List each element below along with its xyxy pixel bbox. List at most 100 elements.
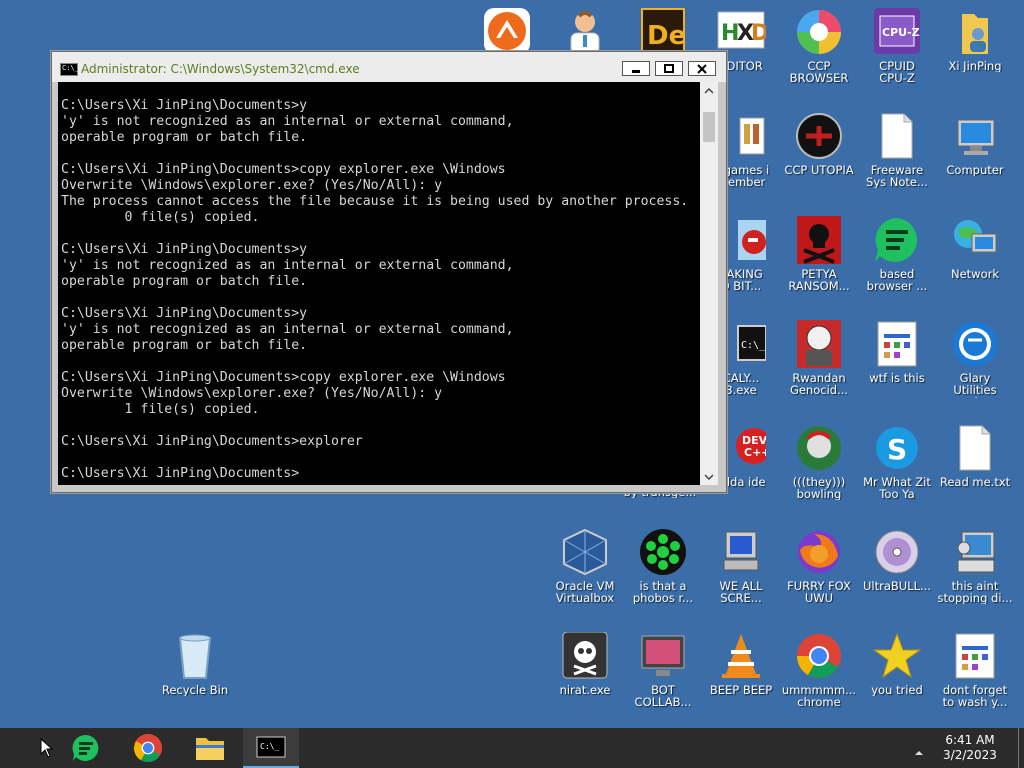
svg-text:CPU-Z: CPU-Z: [882, 26, 920, 39]
desktop-icon-phobos[interactable]: is that a phobos r...: [625, 528, 701, 604]
desktop-icon-you-tried[interactable]: you tried: [859, 632, 935, 696]
monitor-icon: [638, 632, 688, 682]
installer-icon: [950, 528, 1000, 578]
chrome-icon: [133, 733, 163, 763]
desktop-icon-wtf-is-this[interactable]: wtf is this: [859, 320, 935, 384]
system-clock[interactable]: 6:41 AM 3/2/2023: [930, 733, 1010, 763]
desktop-icon-freeware-sys-note[interactable]: Freeware Sys Note...: [859, 112, 935, 188]
desktop-icon-petya[interactable]: PETYA RANSOM...: [781, 216, 857, 292]
mouse-cursor-icon: [40, 737, 54, 762]
scroll-up-button[interactable]: [700, 82, 718, 99]
skull-icon: [794, 216, 844, 266]
show-desktop-button[interactable]: [1018, 728, 1019, 768]
chrome-icon: [794, 632, 844, 682]
console-line: operable program or batch file.: [61, 338, 308, 353]
chevron-down-icon: [704, 473, 714, 480]
cmd-title-icon: C:\_: [60, 63, 79, 76]
scroll-down-button[interactable]: [700, 468, 718, 485]
cmd-window[interactable]: C:\_ Administrator: C:\Windows\System32\…: [51, 51, 727, 493]
console-line: operable program or batch file.: [61, 130, 308, 145]
desktop-icon-bot-collab[interactable]: BOT COLLAB...: [625, 632, 701, 708]
browser-icon: [794, 8, 844, 58]
svg-text:C:\_: C:\_: [741, 340, 766, 351]
desktop-icon-based-browser[interactable]: based browser ...: [859, 216, 935, 292]
console-line: 'y' is not recognized as an internal or …: [61, 258, 514, 273]
desktop-icon-rwandan[interactable]: Rwandan Genocid...: [781, 320, 857, 396]
taskbar-item-chat[interactable]: [58, 728, 114, 768]
maximize-button[interactable]: [655, 61, 683, 76]
desktop-icon-mr-what-zit[interactable]: S Mr What Zit Too Ya: [859, 424, 935, 500]
taskbar-item-cmd[interactable]: C:\_: [243, 728, 299, 768]
text-file-icon: [950, 424, 1000, 474]
recycle-bin-icon: [170, 632, 220, 682]
desktop-icon-read-me[interactable]: Read me.txt: [937, 424, 1013, 488]
green-chat-icon: [872, 216, 922, 266]
console-output[interactable]: C:\Users\Xi JinPing\Documents>y'y' is no…: [58, 82, 700, 485]
window-title: Administrator: C:\Windows\System32\cmd.e…: [81, 62, 360, 76]
scroll-thumb[interactable]: [703, 112, 715, 142]
minimize-icon: [632, 69, 640, 73]
console-line: C:\Users\Xi JinPing\Documents>copy explo…: [61, 162, 506, 177]
desktop-icon-ultrabull[interactable]: UltraBULL...: [859, 528, 935, 592]
console-line: The process cannot access the file becau…: [61, 194, 689, 209]
desktop-icon-virtualbox[interactable]: Oracle VM Virtualbox: [547, 528, 623, 604]
skull-app-icon: [560, 631, 610, 682]
window-titlebar[interactable]: C:\_ Administrator: C:\Windows\System32\…: [52, 52, 726, 82]
desktop-icon-ccp-browser[interactable]: CCP BROWSER: [781, 8, 857, 84]
close-button[interactable]: [688, 61, 716, 76]
user-folder-icon: [950, 8, 1000, 58]
virtualbox-icon: [560, 528, 610, 578]
desktop-icon-we-all-scre[interactable]: WE ALL SCRE...: [703, 528, 779, 604]
app-window-icon: [872, 320, 922, 370]
desktop-icon-this-aint-stopping[interactable]: this aint stopping di...: [937, 528, 1013, 604]
meme-icon: [794, 320, 844, 370]
tray-overflow-button[interactable]: [914, 742, 924, 761]
taskbar-item-chrome[interactable]: [120, 728, 176, 768]
desktop-icon-dont-forget[interactable]: dont forget to wash y...: [937, 632, 1013, 708]
console-lines: C:\Users\Xi JinPing\Documents>y'y' is no…: [58, 82, 700, 482]
desktop-icon-recycle-bin[interactable]: Recycle Bin: [157, 632, 233, 696]
console-line: C:\Users\Xi JinPing\Documents>copy explo…: [61, 370, 506, 385]
console-line: Overwrite \Windows\explorer.exe? (Yes/No…: [61, 386, 443, 401]
desktop-icon-network[interactable]: Network: [937, 216, 1013, 280]
desktop-icon-beep-beep[interactable]: BEEP BEEP: [703, 632, 779, 696]
document-icon: [872, 112, 922, 162]
console-line: 0 file(s) copied.: [61, 210, 260, 225]
maximize-icon: [664, 63, 674, 73]
console-line: C:\Users\Xi JinPing\Documents>: [61, 466, 300, 481]
desktop-icon-cpuz[interactable]: CPU-Z CPUID CPU-Z: [859, 8, 935, 84]
desktop-icon-ccp-utopia[interactable]: CCP UTOPIA: [781, 112, 857, 176]
app-window-icon: [950, 632, 1000, 682]
console-line: C:\Users\Xi JinPing\Documents>explorer: [61, 434, 363, 449]
console-line: C:\Users\Xi JinPing\Documents>y: [61, 242, 308, 257]
svg-text:D: D: [751, 21, 766, 46]
desktop-icon-furry-fox[interactable]: FURRY FOX UWU: [781, 528, 857, 604]
desktop-icon-computer[interactable]: Computer: [937, 112, 1013, 176]
taskbar-item-explorer[interactable]: [182, 728, 238, 768]
desktop-icon-user-folder[interactable]: Xi JinPing: [937, 8, 1013, 72]
console-line: operable program or batch file.: [61, 274, 308, 289]
green-chat-icon: [72, 734, 99, 761]
desktop-icon-nirat[interactable]: nirat.exe: [547, 631, 623, 696]
taskbar: C:\_ 6:41 AM 3/2/2023: [0, 728, 1024, 768]
cpuz-icon: CPU-Z: [872, 8, 922, 58]
console-line: 'y' is not recognized as an internal or …: [61, 114, 514, 129]
desktop-icon-they-bowling[interactable]: (((they))) bowling: [781, 424, 857, 500]
svg-text:S: S: [887, 433, 907, 466]
desktop-icon-chrome[interactable]: ummmmm... chrome: [781, 632, 857, 708]
vertical-scrollbar[interactable]: [700, 82, 718, 485]
desktop-icon-glary-utilities[interactable]: Glary Utilities 4: [937, 320, 1013, 398]
bowling-icon: [794, 424, 844, 474]
disc-icon: [872, 528, 922, 578]
svg-text:C:\_: C:\_: [260, 742, 279, 751]
icq-icon: [638, 528, 688, 578]
clock-time: 6:41 AM: [945, 733, 995, 747]
console-line: 1 file(s) copied.: [61, 402, 260, 417]
console-line: 'y' is not recognized as an internal or …: [61, 322, 514, 337]
minimize-button[interactable]: [622, 61, 650, 76]
